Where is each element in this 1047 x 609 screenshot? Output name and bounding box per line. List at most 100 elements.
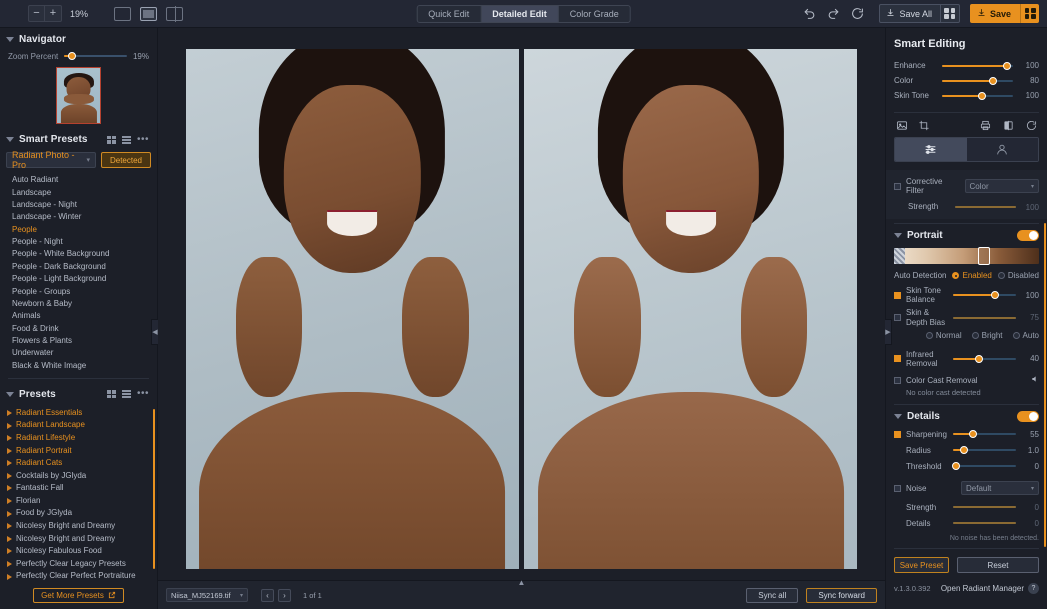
list-view-icon[interactable]	[121, 135, 131, 144]
split-view-icon[interactable]	[140, 6, 158, 21]
save-button[interactable]: Save	[969, 4, 1039, 23]
crop-icon[interactable]	[918, 120, 930, 131]
compare-icon[interactable]	[1003, 120, 1014, 131]
list-item[interactable]: Fantastic Fall	[0, 482, 157, 495]
list-item[interactable]: Perfectly Clear Perfect Portraiture	[0, 570, 157, 583]
file-select[interactable]: Niisa_MJ52169.tif ▾	[166, 588, 248, 602]
sync-forward-button[interactable]: Sync forward	[806, 587, 877, 603]
radio-disabled[interactable]: Disabled	[997, 271, 1039, 280]
list-item[interactable]: Underwater	[0, 347, 157, 359]
detected-badge[interactable]: Detected	[100, 152, 151, 168]
list-item[interactable]: Flowers & Plants	[0, 335, 157, 347]
radius-slider[interactable]	[953, 445, 1016, 455]
navigator-thumbnail[interactable]	[56, 67, 101, 124]
save-options-button[interactable]	[1020, 4, 1039, 23]
reset-button[interactable]: Reset	[957, 557, 1039, 574]
image-canvas[interactable]	[158, 28, 885, 580]
speaker-icon[interactable]	[1031, 375, 1039, 385]
skin-tone-gradient-bar[interactable]	[894, 247, 1039, 265]
skin-depth-bias-slider[interactable]	[953, 313, 1016, 323]
list-item[interactable]: Nicolesy Fabulous Food	[0, 545, 157, 558]
skin-tone-balance-checkbox[interactable]	[894, 291, 901, 299]
list-item[interactable]: Animals	[0, 310, 157, 322]
undo-icon[interactable]	[797, 2, 821, 26]
sync-all-button[interactable]: Sync all	[746, 587, 799, 603]
details-toggle[interactable]	[1017, 411, 1039, 423]
collapse-right-panel-button[interactable]: ▶	[885, 318, 892, 345]
list-item[interactable]: Radiant Landscape	[0, 419, 157, 432]
presets-list[interactable]: Radiant Essentials Radiant Landscape Rad…	[0, 405, 157, 584]
corrective-filter-checkbox[interactable]	[894, 182, 901, 190]
radio-auto[interactable]: Auto	[1012, 331, 1039, 340]
redo-icon[interactable]	[821, 2, 845, 26]
smart-preset-select[interactable]: Radiant Photo - Pro ▾	[6, 150, 96, 170]
sharpening-slider[interactable]	[953, 429, 1016, 439]
list-item[interactable]: Auto Radiant	[0, 174, 157, 186]
list-item[interactable]: Cocktails by JGlyda	[0, 470, 157, 483]
infrared-removal-checkbox[interactable]	[894, 355, 901, 363]
zoom-percent-slider[interactable]	[64, 51, 127, 61]
list-item[interactable]: Randy Van Duinen Architectural	[0, 583, 157, 585]
infrared-removal-slider[interactable]	[953, 354, 1016, 364]
list-view-icon[interactable]	[121, 390, 131, 399]
list-item[interactable]: Landscape	[0, 186, 157, 198]
list-item[interactable]: Newborn & Baby	[0, 298, 157, 310]
image-after[interactable]	[524, 49, 857, 569]
navigator-header[interactable]: Navigator	[0, 28, 157, 50]
presets-header[interactable]: Presets •••	[0, 383, 157, 405]
list-item[interactable]: Nicolesy Bright and Dreamy	[0, 520, 157, 533]
zoom-in-button[interactable]: +	[45, 5, 62, 22]
open-radiant-manager-button[interactable]: Open Radiant Manager ?	[941, 583, 1039, 595]
list-item[interactable]: Food & Drink	[0, 323, 157, 335]
refresh-icon[interactable]	[1026, 120, 1037, 131]
list-item[interactable]: People	[0, 224, 157, 236]
zoom-out-button[interactable]: −	[28, 5, 45, 22]
skin-depth-bias-checkbox[interactable]	[894, 314, 901, 322]
smart-presets-header[interactable]: Smart Presets •••	[0, 128, 157, 150]
compare-view-icon[interactable]	[166, 5, 184, 22]
grid-view-icon[interactable]	[106, 135, 116, 144]
color-slider[interactable]	[942, 76, 1013, 86]
list-item[interactable]: Landscape - Winter	[0, 211, 157, 223]
list-item[interactable]: People - Dark Background	[0, 261, 157, 273]
enhance-slider[interactable]	[942, 61, 1013, 71]
image-compare-divider[interactable]	[520, 48, 523, 570]
skin-tone-handle[interactable]	[978, 247, 991, 265]
tab-color-grade[interactable]: Color Grade	[559, 6, 630, 22]
get-more-presets-button[interactable]: Get More Presets	[33, 588, 124, 603]
skin-tone-balance-slider[interactable]	[953, 290, 1016, 300]
next-image-button[interactable]: ›	[278, 588, 291, 602]
list-item[interactable]: Radiant Portrait	[0, 444, 157, 457]
right-panel-scrollbar[interactable]	[1044, 223, 1046, 547]
list-item[interactable]: Food by JGlyda	[0, 507, 157, 520]
noise-checkbox[interactable]	[894, 484, 901, 492]
filmstrip-expand-icon[interactable]: ▲	[518, 578, 526, 587]
collapse-left-panel-button[interactable]: ◀	[151, 318, 158, 345]
color-cast-removal-checkbox[interactable]	[894, 376, 901, 384]
more-options-icon[interactable]: •••	[137, 389, 149, 399]
tab-detailed-edit[interactable]: Detailed Edit	[481, 5, 559, 22]
single-view-icon[interactable]	[114, 6, 132, 21]
reset-icon[interactable]	[845, 2, 869, 26]
list-item[interactable]: People - Light Background	[0, 273, 157, 285]
list-item[interactable]: People - Groups	[0, 285, 157, 297]
corrective-strength-slider[interactable]	[955, 202, 1016, 212]
skin-tone-slider[interactable]	[942, 91, 1013, 101]
list-item[interactable]: Radiant Lifestyle	[0, 432, 157, 445]
list-item[interactable]: Landscape - Night	[0, 199, 157, 211]
list-item[interactable]: People - White Background	[0, 248, 157, 260]
noise-details-slider[interactable]	[953, 518, 1016, 528]
portrait-header[interactable]: Portrait	[886, 224, 1047, 245]
corrective-filter-select[interactable]: Color ▾	[964, 179, 1039, 193]
save-all-button[interactable]: Save All	[879, 4, 960, 23]
presets-scrollbar[interactable]	[153, 408, 155, 569]
tab-adjustments[interactable]	[895, 138, 967, 161]
list-item[interactable]: Florian	[0, 495, 157, 508]
threshold-slider[interactable]	[951, 461, 1016, 471]
print-icon[interactable]	[980, 120, 991, 131]
noise-select[interactable]: Default ▾	[961, 481, 1039, 496]
noise-strength-slider[interactable]	[953, 502, 1016, 512]
list-item[interactable]: Black & White Image	[0, 360, 157, 372]
list-item[interactable]: Radiant Essentials	[0, 407, 157, 420]
more-options-icon[interactable]: •••	[137, 134, 149, 144]
